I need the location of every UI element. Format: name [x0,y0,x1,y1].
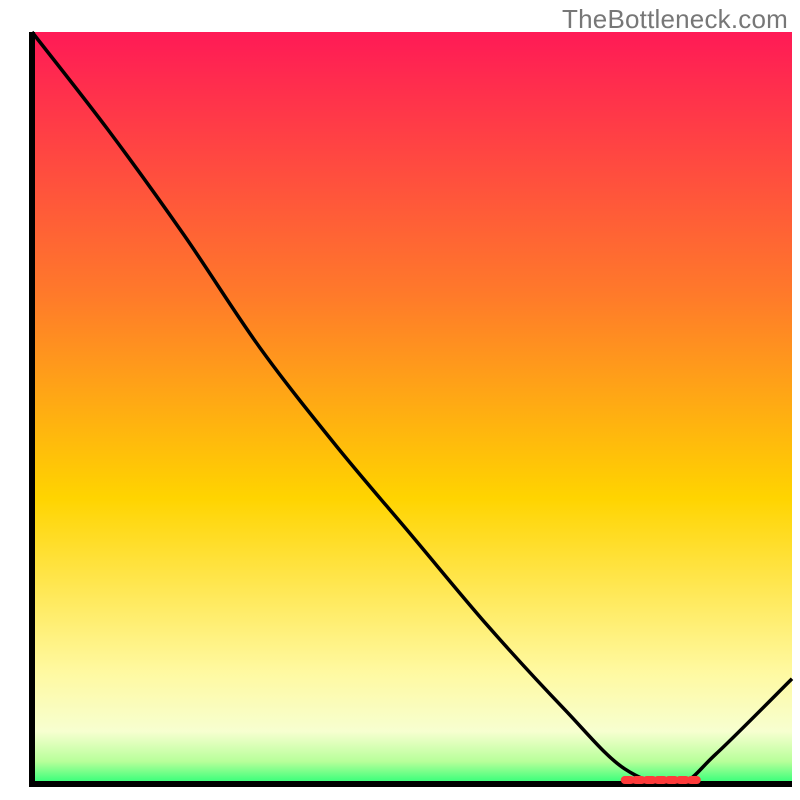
gradient-background [32,32,792,784]
chart-frame: TheBottleneck.com [0,0,800,800]
bottleneck-chart [0,0,800,800]
